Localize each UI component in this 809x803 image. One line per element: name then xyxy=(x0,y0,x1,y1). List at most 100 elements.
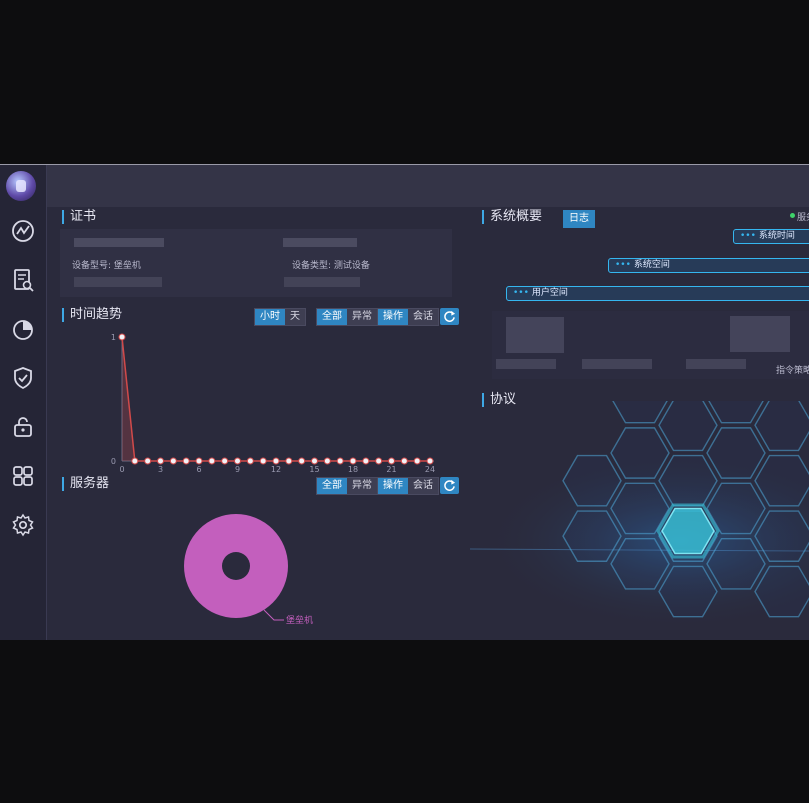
system-space-tag: ••• 系统空间 xyxy=(608,258,809,273)
hex-cell xyxy=(708,401,764,424)
redacted-text xyxy=(686,359,746,369)
trend-refresh-button[interactable] xyxy=(440,308,459,325)
user-space-tag: ••• 用户空间 xyxy=(506,286,809,301)
all-button[interactable]: 全部 xyxy=(317,309,347,325)
day-button[interactable]: 天 xyxy=(285,309,305,325)
x-tick-label: 18 xyxy=(348,465,358,474)
protocol-hex-graphic xyxy=(470,401,809,631)
trend-icon xyxy=(12,220,34,242)
pie-chart-icon xyxy=(13,320,33,340)
system-space-label: 系统空间 xyxy=(633,260,670,270)
donut-legend-label: 堡垒机 xyxy=(286,614,313,626)
overview-title: 系统概要 xyxy=(482,210,542,224)
data-point xyxy=(400,457,408,465)
status-dot xyxy=(790,213,795,218)
servers-all-button[interactable]: 全部 xyxy=(317,478,347,494)
redacted-text xyxy=(582,359,652,369)
operation-button[interactable]: 操作 xyxy=(378,309,408,325)
redacted-text xyxy=(74,277,162,287)
y-tick-label: 0 xyxy=(111,457,116,466)
series-line xyxy=(121,336,430,462)
servers-type-toggle: 操作 会话 xyxy=(377,477,439,495)
x-tick-label: 21 xyxy=(386,465,396,474)
service-status-label: 服务 xyxy=(797,213,809,223)
overview-details: 指令策略 xyxy=(492,311,809,379)
system-time-tag: ••• 系统时间 xyxy=(733,229,809,244)
app-logo xyxy=(6,171,36,201)
data-point xyxy=(169,457,177,465)
nav-apps[interactable] xyxy=(0,457,46,495)
trend-type-toggle: 操作 会话 xyxy=(377,308,439,326)
x-tick-label: 24 xyxy=(425,465,435,474)
data-point xyxy=(182,457,190,465)
servers-abnormal-button[interactable]: 异常 xyxy=(347,478,377,494)
nav-statistics[interactable] xyxy=(0,310,46,348)
data-point xyxy=(259,457,267,465)
data-point xyxy=(131,457,139,465)
certificate-info: 设备型号: 堡垒机 设备类型: 测试设备 xyxy=(60,229,452,297)
data-point xyxy=(208,457,216,465)
hour-button[interactable]: 小时 xyxy=(255,309,285,325)
servers-session-button[interactable]: 会话 xyxy=(408,478,438,494)
log-button-wrap: 日志 xyxy=(563,210,595,228)
data-point xyxy=(413,457,421,465)
x-tick-label: 6 xyxy=(196,465,201,474)
redacted-block xyxy=(730,316,790,352)
session-button[interactable]: 会话 xyxy=(408,309,438,325)
data-point xyxy=(157,457,164,465)
label-leader xyxy=(263,609,284,621)
certificate-title: 证书 xyxy=(62,210,96,224)
main-window: 证书 设备型号: 堡垒机 设备类型: 测试设备 时间趋势 小时 天 全部 异常 … xyxy=(0,164,809,640)
y-tick-label: 1 xyxy=(111,333,116,342)
x-tick-label: 9 xyxy=(235,465,240,474)
data-point xyxy=(246,457,254,465)
data-point xyxy=(426,457,434,465)
redacted-block xyxy=(506,317,564,353)
device-type: 设备类型: 测试设备 xyxy=(292,261,370,271)
redacted-text xyxy=(283,238,357,247)
trend-chart: 0 1 0 3 6 9 12 15 18 21 24 xyxy=(111,333,435,474)
apps-grid-icon xyxy=(13,466,33,486)
sidebar xyxy=(0,165,47,640)
nav-report-search[interactable] xyxy=(0,261,46,299)
data-point xyxy=(323,457,331,465)
refresh-icon xyxy=(444,310,456,322)
nav-security[interactable] xyxy=(0,359,46,397)
x-tick-label: 3 xyxy=(158,465,163,474)
system-time-label: 系统时间 xyxy=(758,231,795,241)
servers-refresh-button[interactable] xyxy=(440,477,459,494)
nav-settings[interactable] xyxy=(0,506,46,544)
command-policy-label: 指令策略 xyxy=(776,366,809,376)
data-point xyxy=(362,457,370,465)
data-point xyxy=(388,457,395,465)
data-point xyxy=(272,457,280,465)
hex-cell xyxy=(658,401,718,452)
data-point xyxy=(144,457,152,465)
hex-cell xyxy=(612,401,668,424)
device-model: 设备型号: 堡垒机 xyxy=(72,261,141,271)
data-point xyxy=(118,333,126,341)
user-space-label: 用户空间 xyxy=(531,288,568,298)
log-button[interactable]: 日志 xyxy=(564,211,594,227)
nav-access[interactable] xyxy=(0,408,46,446)
data-point xyxy=(349,457,357,465)
nav-trend[interactable] xyxy=(0,212,46,250)
unlock-icon xyxy=(14,417,32,437)
top-bar xyxy=(47,165,809,207)
data-point xyxy=(285,457,293,465)
trend-range-toggle: 小时 天 xyxy=(254,308,306,326)
trend-title: 时间趋势 xyxy=(62,308,122,322)
abnormal-button[interactable]: 异常 xyxy=(347,309,377,325)
shield-check-icon xyxy=(14,367,32,390)
data-point xyxy=(195,457,203,465)
data-point xyxy=(298,457,306,465)
trend-status-toggle: 全部 异常 xyxy=(316,308,378,326)
report-search-icon xyxy=(14,269,34,292)
servers-operation-button[interactable]: 操作 xyxy=(378,478,408,494)
x-tick-label: 0 xyxy=(119,465,124,474)
servers-status-toggle: 全部 异常 xyxy=(316,477,378,495)
data-point xyxy=(336,457,344,465)
donut-hole xyxy=(222,552,250,580)
hex-cell xyxy=(754,401,809,452)
refresh-icon xyxy=(444,479,456,491)
